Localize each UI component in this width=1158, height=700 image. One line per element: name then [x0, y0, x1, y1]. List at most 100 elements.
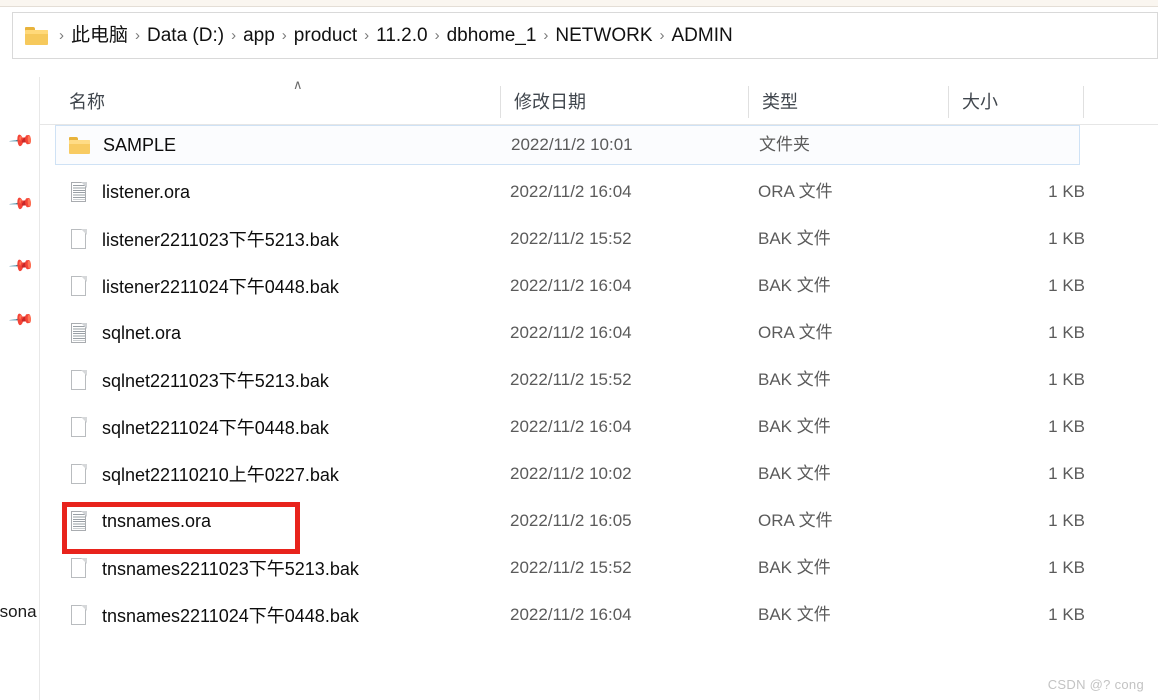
file-date-cell: 2022/11/2 16:04 [510, 605, 632, 624]
file-size-cell: 1 KB [1048, 511, 1085, 530]
file-type-cell: BAK 文件 [758, 417, 831, 436]
file-name-label: SAMPLE [103, 134, 177, 155]
breadcrumb-separator: › [659, 27, 665, 44]
column-header-date[interactable]: 修改日期 [500, 77, 748, 125]
document-icon [67, 509, 91, 533]
pin-icon[interactable]: 📌 [7, 191, 34, 217]
file-type-cell: BAK 文件 [758, 464, 831, 483]
watermark: CSDN @? cong [1047, 677, 1144, 692]
table-row[interactable]: sqlnet2211024下午0448.bak 2022/11/2 16:04 BA… [55, 407, 1085, 447]
file-name-cell[interactable]: sqlnet2211024下午0448.bak [67, 407, 329, 447]
breadcrumb-separator: › [231, 27, 237, 44]
file-name-cell[interactable]: tnsnames2211024下午0448.bak [67, 595, 359, 635]
breadcrumb-separator: › [543, 27, 549, 44]
file-name-cell[interactable]: listener2211023下午5213.bak [67, 219, 339, 259]
sidebar-partial-label: rsona [0, 602, 37, 621]
file-date-cell: 2022/11/2 10:02 [510, 464, 632, 483]
file-name-cell[interactable]: sqlnet2211023下午5213.bak [67, 360, 329, 400]
file-date-cell: 2022/11/2 16:04 [510, 323, 632, 342]
breadcrumb-item-3[interactable]: product [294, 26, 357, 45]
pin-icon[interactable]: 📌 [7, 307, 34, 333]
table-row[interactable]: listener2211024下午0448.bak 2022/11/2 16:04… [55, 266, 1085, 306]
file-date-cell: 2022/11/2 15:52 [510, 229, 632, 248]
breadcrumb-separator: › [364, 27, 370, 44]
table-row[interactable]: tnsnames2211023下午5213.bak 2022/11/2 15:52… [55, 548, 1085, 588]
pin-icon[interactable]: 📌 [7, 128, 34, 154]
breadcrumb-separator: › [434, 27, 440, 44]
file-list: SAMPLE 2022/11/2 10:01 文件夹 listener.ora 2022… [40, 125, 1158, 700]
file-type-cell: BAK 文件 [758, 276, 831, 295]
breadcrumb: › 此电脑 › Data (D:) › app › product › 11.2.0 › dbhome… [52, 26, 733, 45]
table-row[interactable]: sqlnet22110210上午0227.bak 2022/11/2 10:02 B… [55, 454, 1085, 494]
file-name-label: sqlnet2211024下午0448.bak [102, 418, 329, 438]
breadcrumb-separator: › [59, 27, 64, 44]
file-name-cell[interactable]: tnsnames2211023下午5213.bak [67, 548, 359, 588]
folder-icon [68, 133, 92, 157]
folder-icon [25, 26, 48, 45]
file-name-label: tnsnames.ora [102, 510, 212, 531]
breadcrumb-item-4[interactable]: 11.2.0 [376, 26, 427, 45]
file-date-cell: 2022/11/2 16:04 [510, 182, 632, 201]
address-bar[interactable]: › 此电脑 › Data (D:) › app › product › 11.2.0 › dbhome… [12, 12, 1158, 59]
pin-icon[interactable]: 📌 [7, 253, 34, 279]
table-row[interactable]: listener2211023下午5213.bak 2022/11/2 15:52… [55, 219, 1085, 259]
file-type-cell: BAK 文件 [758, 229, 831, 248]
file-type-cell: 文件夹 [759, 135, 810, 154]
file-type-cell: BAK 文件 [758, 370, 831, 389]
file-name-label: sqlnet2211023下午5213.bak [102, 371, 329, 391]
document-icon [67, 321, 91, 345]
page-icon [67, 368, 91, 392]
table-row[interactable]: SAMPLE 2022/11/2 10:01 文件夹 [55, 125, 1080, 165]
breadcrumb-item-0[interactable]: 此电脑 [71, 26, 128, 45]
breadcrumb-item-2[interactable]: app [243, 26, 275, 45]
file-size-cell: 1 KB [1048, 370, 1085, 389]
file-date-cell: 2022/11/2 15:52 [510, 370, 632, 389]
table-row[interactable]: sqlnet2211023下午5213.bak 2022/11/2 15:52 BA… [55, 360, 1085, 400]
file-date-cell: 2022/11/2 16:05 [510, 511, 632, 530]
page-icon [67, 415, 91, 439]
file-size-cell: 1 KB [1048, 229, 1085, 248]
file-size-cell: 1 KB [1048, 605, 1085, 624]
column-header-name[interactable]: 名称 [55, 77, 500, 125]
breadcrumb-item-1[interactable]: Data (D:) [147, 26, 224, 45]
file-size-cell: 1 KB [1048, 323, 1085, 342]
file-date-cell: 2022/11/2 16:04 [510, 417, 632, 436]
column-header-size[interactable]: 大小 [948, 77, 1083, 125]
file-name-label: listener2211024下午0448.bak [102, 277, 339, 297]
file-name-cell[interactable]: sqlnet.ora [67, 313, 181, 353]
table-row[interactable]: listener.ora 2022/11/2 16:04 ORA 文件 1 KB [55, 172, 1085, 212]
file-name-label: tnsnames2211024下午0448.bak [102, 606, 359, 626]
column-divider[interactable] [1083, 86, 1084, 118]
table-row[interactable]: sqlnet.ora 2022/11/2 16:04 ORA 文件 1 KB [55, 313, 1085, 353]
file-name-label: listener2211023下午5213.bak [102, 230, 339, 250]
file-size-cell: 1 KB [1048, 417, 1085, 436]
file-name-cell[interactable]: listener.ora [67, 172, 190, 212]
table-row[interactable]: tnsnames.ora 2022/11/2 16:05 ORA 文件 1 KB [55, 501, 1085, 541]
column-header-type[interactable]: 类型 [748, 77, 948, 125]
breadcrumb-item-5[interactable]: dbhome_1 [447, 26, 537, 45]
table-row[interactable]: tnsnames2211024下午0448.bak 2022/11/2 16:04… [55, 595, 1085, 635]
breadcrumb-item-7[interactable]: ADMIN [672, 26, 733, 45]
file-name-label: sqlnet.ora [102, 322, 182, 343]
file-size-cell: 1 KB [1048, 558, 1085, 577]
page-icon [67, 274, 91, 298]
file-type-cell: ORA 文件 [758, 323, 833, 342]
file-size-cell: 1 KB [1048, 182, 1085, 201]
window-top-strip-divider [0, 6, 1158, 7]
breadcrumb-item-6[interactable]: NETWORK [555, 26, 652, 45]
file-size-cell: 1 KB [1048, 276, 1085, 295]
file-type-cell: BAK 文件 [758, 605, 831, 624]
file-type-cell: BAK 文件 [758, 558, 831, 577]
column-header-row: ∧ 名称 修改日期 类型 大小 [40, 77, 1158, 125]
file-name-label: sqlnet22110210上午0227.bak [102, 465, 339, 485]
breadcrumb-separator: › [281, 27, 287, 44]
file-date-cell: 2022/11/2 16:04 [510, 276, 632, 295]
file-name-cell[interactable]: SAMPLE [68, 125, 176, 165]
file-date-cell: 2022/11/2 10:01 [511, 135, 633, 154]
file-size-cell: 1 KB [1048, 464, 1085, 483]
file-name-cell[interactable]: tnsnames.ora [67, 501, 211, 541]
file-name-cell[interactable]: sqlnet22110210上午0227.bak [67, 454, 339, 494]
navigation-rail: 📌 📌 📌 📌 rsona [0, 77, 40, 700]
file-name-cell[interactable]: listener2211024下午0448.bak [67, 266, 339, 306]
file-name-label: tnsnames2211023下午5213.bak [102, 559, 359, 579]
